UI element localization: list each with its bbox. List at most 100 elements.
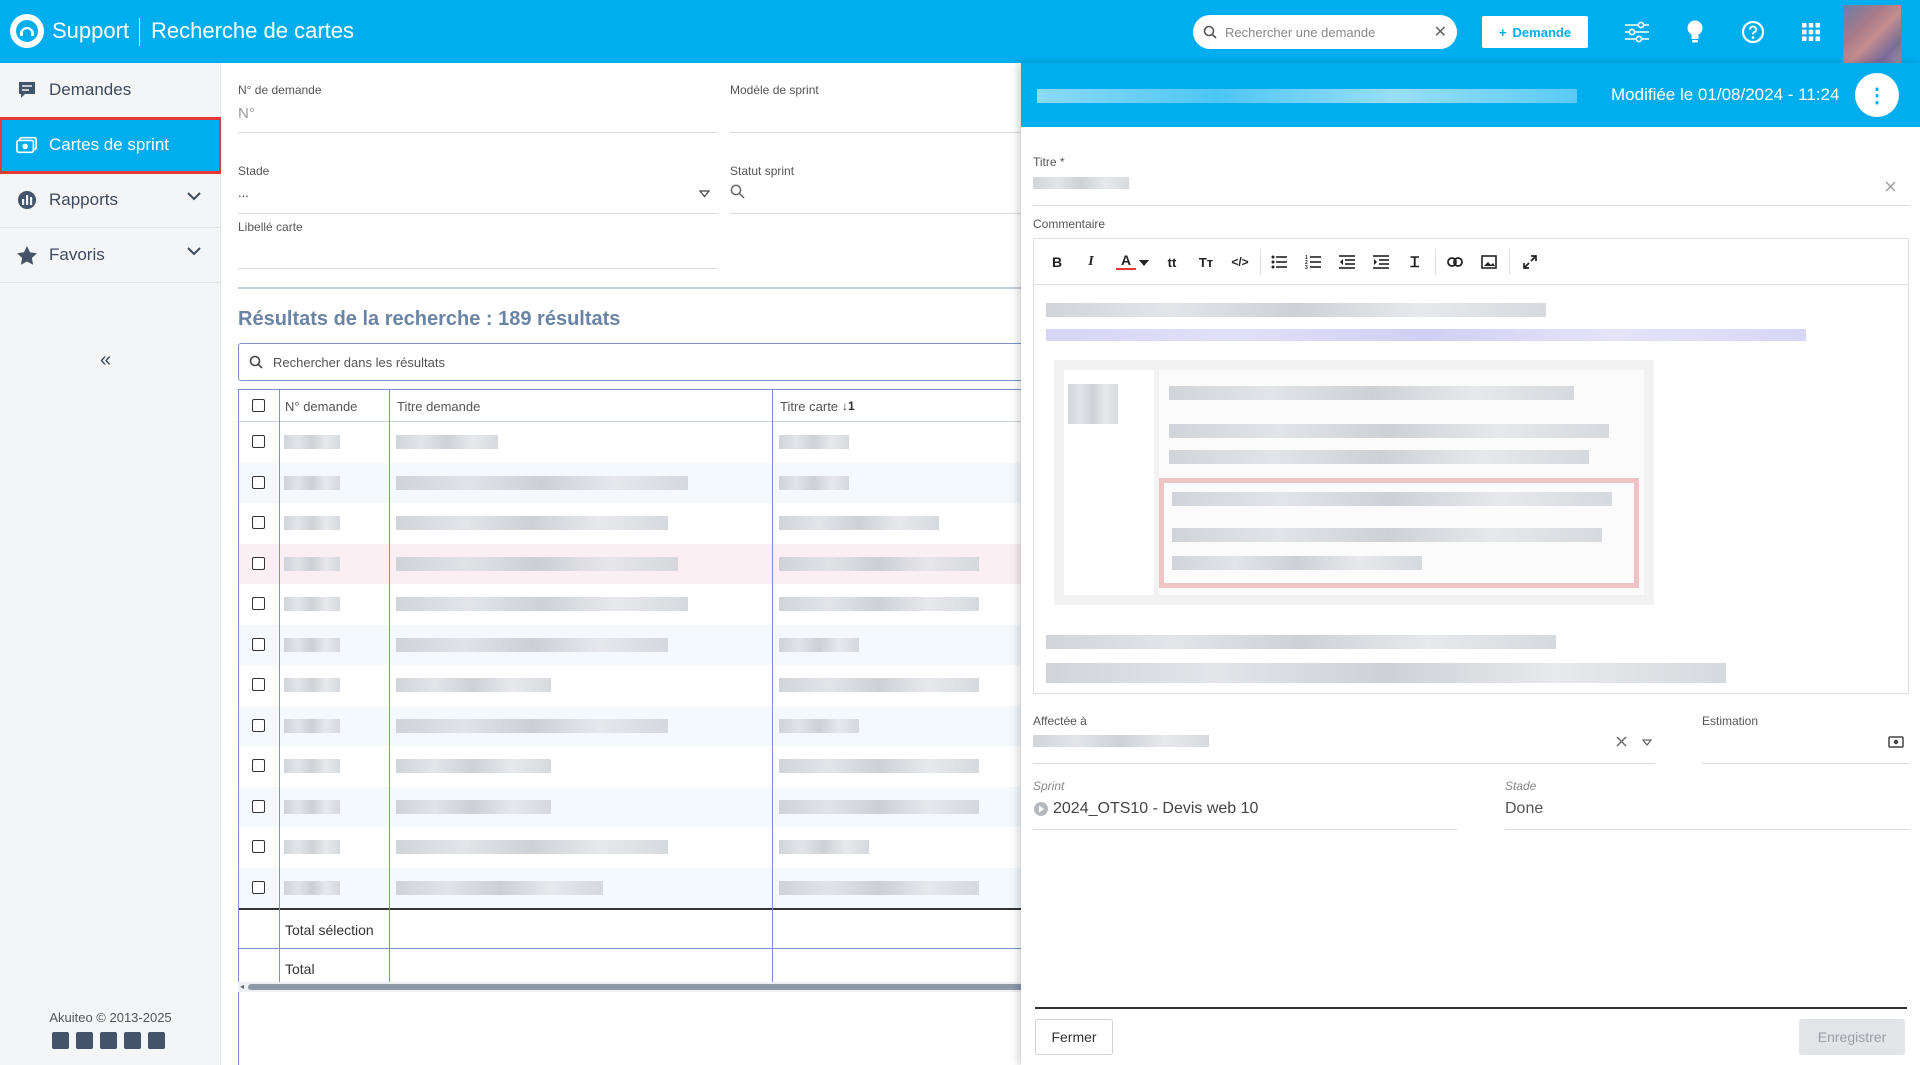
estimation-input[interactable] [1702,763,1909,764]
apps-grid-icon[interactable] [1795,16,1827,48]
search-icon[interactable] [730,184,745,199]
collapse-sidebar-icon[interactable]: « [100,349,111,372]
bold-icon[interactable]: B [1047,252,1067,272]
horizontal-scrollbar[interactable]: ◂ [238,982,1038,992]
table-row[interactable] [239,543,1038,584]
row-checkbox[interactable] [252,556,265,570]
bullet-list-icon[interactable] [1269,252,1289,272]
sidebar-item-favoris[interactable]: Favoris [0,228,221,283]
row-checkbox[interactable] [252,718,265,732]
sidebar-item-demandes[interactable]: Demandes [0,63,221,118]
redacted-cell [396,880,603,895]
comment-editor[interactable]: B I A tt Tт </> 123 Ꮖ [1033,238,1909,694]
card-label-input[interactable] [238,268,717,269]
table-row[interactable] [239,422,1038,462]
help-icon[interactable] [1737,16,1769,48]
bluesky-icon[interactable] [76,1032,93,1049]
stage-select[interactable]: ... [238,185,249,200]
lightbulb-icon[interactable] [1679,16,1711,48]
cards-icon [16,134,38,156]
request-search[interactable]: ✕ [1193,15,1457,49]
chevron-down-icon[interactable] [187,246,201,256]
column-header-request-no[interactable]: N° demande [279,390,357,422]
select-all-checkbox[interactable] [252,399,265,412]
linkedin-icon[interactable] [100,1032,117,1049]
scrollbar-thumb[interactable] [248,984,1028,990]
table-row[interactable] [239,584,1038,624]
table-row[interactable] [239,462,1038,503]
table-row[interactable] [239,746,1038,786]
redacted-cell [779,637,859,652]
strikethrough-icon[interactable]: tt [1162,252,1182,272]
request-no-underline [238,132,717,133]
clear-assigned-icon[interactable] [1616,736,1627,747]
chart-social-icon[interactable] [52,1032,69,1049]
chat-icon [16,79,38,101]
row-checkbox[interactable] [252,516,265,529]
sidebar-item-rapports[interactable]: Rapports [0,173,221,228]
results-search-input[interactable] [273,354,1027,370]
indent-decrease-icon[interactable] [1337,252,1357,272]
fullscreen-icon[interactable] [1520,252,1540,272]
numbered-list-icon[interactable]: 123 [1303,252,1323,272]
row-checkbox[interactable] [252,880,265,894]
column-header-card-title[interactable]: Titre carte ↓1 [774,390,855,422]
table-row[interactable] [239,665,1038,705]
instagram-icon[interactable] [148,1032,165,1049]
facebook-icon[interactable] [124,1032,141,1049]
comment-body-redacted[interactable] [1034,285,1908,693]
row-checkbox[interactable] [252,475,265,489]
italic-icon[interactable]: I [1081,252,1101,272]
image-icon[interactable] [1479,252,1499,272]
chevron-down-icon[interactable] [187,191,201,201]
sidebar-item-cartes-de-sprint[interactable]: Cartes de sprint [0,117,222,174]
row-checkbox[interactable] [252,799,265,813]
table-row[interactable] [239,786,1038,827]
more-options-button[interactable]: ⋮ [1855,73,1899,117]
row-checkbox[interactable] [252,840,265,853]
code-icon[interactable]: </> [1230,252,1250,272]
indent-increase-icon[interactable] [1371,252,1391,272]
clear-title-icon[interactable] [1885,181,1896,192]
clear-format-icon[interactable]: Ꮖ [1405,252,1425,272]
row-checkbox[interactable] [252,637,265,651]
column-header-request-title[interactable]: Titre demande [391,390,480,422]
font-size-icon[interactable]: Tт [1196,252,1216,272]
avatar[interactable] [1843,5,1901,63]
caret-down-icon[interactable] [1139,260,1149,266]
estimation-label: Estimation [1702,714,1759,728]
scroll-left-icon[interactable]: ◂ [240,982,244,991]
results-search[interactable] [238,343,1038,381]
app-logo[interactable] [10,14,44,48]
table-row[interactable] [239,827,1038,867]
text-color-icon[interactable]: A [1116,252,1136,270]
link-icon[interactable] [1445,252,1465,272]
stage-underline [238,213,717,214]
title-field-value-redacted[interactable] [1033,177,1129,189]
redacted-cell [284,597,340,611]
request-search-input[interactable] [1225,24,1434,40]
comment-embedded-image [1054,360,1654,605]
row-checkbox[interactable] [252,678,265,691]
close-button[interactable]: Fermer [1035,1019,1113,1055]
new-request-button[interactable]: + Demande [1482,16,1588,48]
dropdown-arrow-icon[interactable] [699,190,710,198]
row-checkbox[interactable] [252,759,265,772]
filters-settings-icon[interactable] [1621,16,1653,48]
table-row[interactable] [239,503,1038,543]
row-checkbox[interactable] [252,435,265,448]
table-row[interactable] [239,867,1038,908]
panel-title-redacted [1037,89,1577,103]
row-checkbox[interactable] [252,597,265,610]
sidebar-item-label: Rapports [49,190,118,209]
dropdown-arrow-icon[interactable] [1642,739,1652,746]
editor-toolbar: B I A tt Tт </> 123 Ꮖ [1034,239,1908,285]
assigned-value-redacted[interactable] [1033,735,1209,747]
sprint-model-input[interactable] [730,132,1021,133]
request-no-input[interactable]: N° [238,105,255,122]
money-icon[interactable] [1888,736,1904,748]
clear-search-icon[interactable]: ✕ [1434,22,1447,42]
table-row[interactable] [239,624,1038,665]
table-row[interactable] [239,705,1038,746]
save-button[interactable]: Enregistrer [1799,1019,1905,1055]
